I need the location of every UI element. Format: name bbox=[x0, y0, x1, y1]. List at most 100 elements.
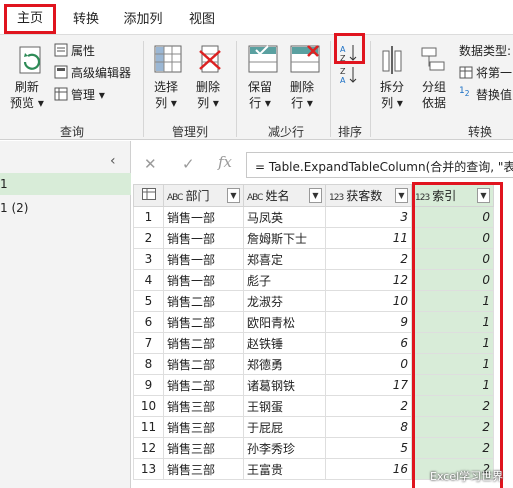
tab-view[interactable]: 视图 bbox=[180, 8, 224, 32]
formula-input[interactable]: = Table.ExpandTableColumn(合并的查询, "表 bbox=[246, 152, 513, 178]
filter-dropdown-icon[interactable]: ▼ bbox=[309, 188, 322, 203]
cell-dept[interactable]: 销售二部 bbox=[163, 353, 244, 375]
cell-dept[interactable]: 销售一部 bbox=[163, 248, 244, 270]
split-column-button[interactable]: 拆分 列 ▾ bbox=[380, 79, 404, 111]
cell-name[interactable]: 彪子 bbox=[243, 269, 326, 291]
remove-rows-button[interactable]: 删除 行 ▾ bbox=[290, 79, 314, 111]
cancel-icon[interactable]: ✕ bbox=[144, 155, 157, 173]
collapse-pane-icon[interactable]: ‹ bbox=[110, 153, 116, 169]
divider bbox=[236, 41, 237, 137]
cell-dept[interactable]: 销售三部 bbox=[163, 416, 244, 438]
cell-dept[interactable]: 销售二部 bbox=[163, 374, 244, 396]
group-by-button[interactable]: 分组 依据 bbox=[422, 79, 446, 111]
cell-name[interactable]: 龙淑芬 bbox=[243, 290, 326, 312]
cell-dept[interactable]: 销售二部 bbox=[163, 332, 244, 354]
choose-columns-button[interactable]: 选择 列 ▾ bbox=[154, 79, 178, 111]
advanced-editor-icon bbox=[54, 65, 68, 82]
cell-name[interactable]: 马凤英 bbox=[243, 206, 326, 228]
column-header-name[interactable]: ABC 姓名 ▼ bbox=[243, 184, 326, 207]
cell-customers[interactable]: 9 bbox=[325, 311, 412, 333]
group-label-sort: 排序 bbox=[337, 125, 362, 139]
data-type-dropdown[interactable]: 数据类型: bbox=[459, 42, 511, 59]
keep-rows-icon bbox=[248, 45, 278, 78]
cell-customers[interactable]: 5 bbox=[325, 437, 412, 459]
cell-dept[interactable]: 销售一部 bbox=[163, 206, 244, 228]
select-all-corner[interactable] bbox=[133, 184, 164, 207]
remove-rows-label-2: 行 bbox=[291, 96, 304, 110]
cell-customers[interactable]: 2 bbox=[325, 395, 412, 417]
svg-text:Z: Z bbox=[340, 67, 346, 76]
ribbon-tab-row: 主页 转换 添加列 视图 bbox=[0, 0, 513, 34]
replace-values-button[interactable]: 替换值 bbox=[476, 86, 512, 103]
cell-dept[interactable]: 销售三部 bbox=[163, 395, 244, 417]
group-by-label-1: 分组 bbox=[422, 80, 447, 94]
cell-customers[interactable]: 2 bbox=[325, 248, 412, 270]
cell-dept[interactable]: 销售一部 bbox=[163, 227, 244, 249]
cell-customers[interactable]: 16 bbox=[325, 458, 412, 480]
cell-dept[interactable]: 销售三部 bbox=[163, 458, 244, 480]
cell-name[interactable]: 郑喜定 bbox=[243, 248, 326, 270]
cell-customers[interactable]: 10 bbox=[325, 290, 412, 312]
number-type-icon: 123 bbox=[329, 193, 344, 203]
cell-name[interactable]: 孙李秀珍 bbox=[243, 437, 326, 459]
ribbon: 刷新 预览 ▾ 属性 高级编辑器 管理 ▾ 查询 选择 列 ▾ 删除 列 ▾ 管… bbox=[0, 34, 513, 140]
cell-dept[interactable]: 销售一部 bbox=[163, 269, 244, 291]
fx-icon[interactable]: fx bbox=[218, 153, 232, 171]
cell-name[interactable]: 詹姆斯下士 bbox=[243, 227, 326, 249]
choose-columns-label-2: 列 bbox=[155, 96, 168, 110]
column-header-customers[interactable]: 123 获客数 ▼ bbox=[325, 184, 412, 207]
tab-transform[interactable]: 转换 bbox=[64, 8, 108, 32]
filter-dropdown-icon[interactable]: ▼ bbox=[395, 188, 408, 203]
keep-rows-label-1: 保留 bbox=[248, 80, 273, 94]
refresh-preview-button[interactable]: 刷新 预览 ▾ bbox=[10, 79, 44, 111]
choose-columns-icon bbox=[154, 45, 182, 78]
use-first-row-button[interactable]: 将第一 bbox=[476, 64, 512, 81]
queries-pane: ‹ 表1 表1 (2) bbox=[0, 141, 131, 488]
cell-customers[interactable]: 3 bbox=[325, 206, 412, 228]
cell-name[interactable]: 王富贵 bbox=[243, 458, 326, 480]
cell-customers[interactable]: 12 bbox=[325, 269, 412, 291]
cell-name[interactable]: 赵铁锤 bbox=[243, 332, 326, 354]
query-item-2[interactable]: 表1 (2) bbox=[0, 197, 131, 219]
cell-customers[interactable]: 6 bbox=[325, 332, 412, 354]
manage-icon bbox=[54, 87, 68, 104]
column-header-dept[interactable]: ABC 部门 ▼ bbox=[163, 184, 244, 207]
manage-button[interactable]: 管理 ▾ bbox=[71, 86, 105, 103]
column-header-label: 姓名 bbox=[265, 189, 290, 203]
cell-dept[interactable]: 销售二部 bbox=[163, 311, 244, 333]
cell-name[interactable]: 于屁屁 bbox=[243, 416, 326, 438]
filter-dropdown-icon[interactable]: ▼ bbox=[227, 188, 240, 203]
cell-dept[interactable]: 销售三部 bbox=[163, 437, 244, 459]
cell-customers[interactable]: 11 bbox=[325, 227, 412, 249]
cell-name[interactable]: 欧阳青松 bbox=[243, 311, 326, 333]
tab-add-column[interactable]: 添加列 bbox=[116, 8, 170, 32]
query-item-1[interactable]: 表1 bbox=[0, 173, 131, 195]
cell-customers[interactable]: 17 bbox=[325, 374, 412, 396]
keep-rows-button[interactable]: 保留 行 ▾ bbox=[248, 79, 272, 111]
refresh-label-1: 刷新 bbox=[14, 80, 39, 94]
divider bbox=[143, 41, 144, 137]
remove-rows-icon bbox=[290, 45, 320, 78]
choose-columns-label-1: 选择 bbox=[154, 80, 179, 94]
cell-name[interactable]: 郑德勇 bbox=[243, 353, 326, 375]
sort-descending-icon[interactable]: ZA bbox=[337, 65, 361, 88]
advanced-editor-button[interactable]: 高级编辑器 bbox=[71, 64, 131, 81]
properties-button[interactable]: 属性 bbox=[71, 42, 95, 59]
confirm-icon[interactable]: ✓ bbox=[182, 155, 195, 173]
cell-customers[interactable]: 8 bbox=[325, 416, 412, 438]
properties-icon bbox=[54, 43, 68, 60]
remove-columns-button[interactable]: 删除 列 ▾ bbox=[196, 79, 220, 111]
cell-name[interactable]: 诸葛钢铁 bbox=[243, 374, 326, 396]
row-number: 9 bbox=[133, 374, 164, 396]
query-item-1-label: 表1 bbox=[0, 177, 8, 191]
row-number: 10 bbox=[133, 395, 164, 417]
table-icon bbox=[459, 66, 473, 82]
cell-customers[interactable]: 0 bbox=[325, 353, 412, 375]
cell-name[interactable]: 王钢蛋 bbox=[243, 395, 326, 417]
row-number: 2 bbox=[133, 227, 164, 249]
column-header-label: 部门 bbox=[185, 189, 210, 203]
row-number: 6 bbox=[133, 311, 164, 333]
split-column-icon bbox=[380, 45, 406, 78]
tab-home[interactable]: 主页 bbox=[4, 4, 56, 34]
cell-dept[interactable]: 销售二部 bbox=[163, 290, 244, 312]
